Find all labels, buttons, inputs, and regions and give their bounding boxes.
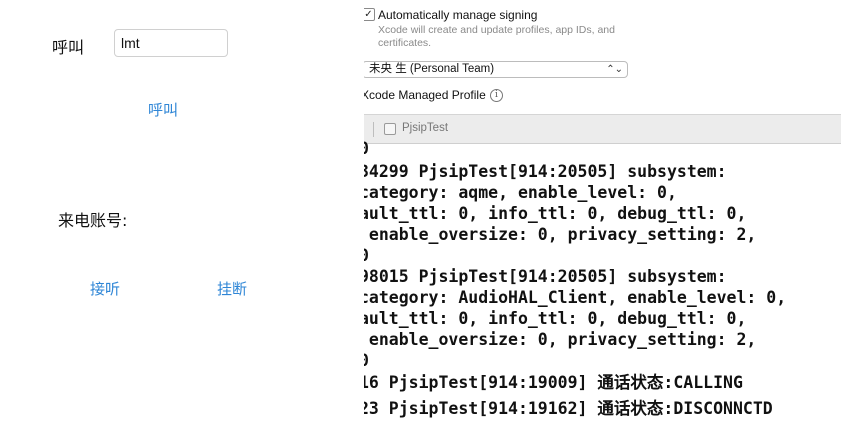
log-line: 16 PjsipTest[914:19009] 通话状态:CALLING [364, 373, 743, 392]
incoming-account-label: 来电账号: [58, 211, 128, 230]
log-line: ault_ttl: 0, info_ttl: 0, debug_ttl: 0, [364, 309, 747, 328]
chevron-updown-icon: ⌃⌄ [606, 64, 623, 75]
auto-manage-signing-checkbox[interactable]: ✓ [364, 8, 375, 21]
account-input[interactable] [114, 29, 228, 57]
call-button[interactable]: 呼叫 [148, 99, 178, 120]
hangup-button[interactable]: 挂断 [217, 278, 247, 299]
team-select[interactable]: 未央 生 (Personal Team) ⌃⌄ [364, 61, 628, 78]
console-toolbar: ⁞ PjsipTest [364, 114, 841, 144]
xcode-window: ✓ Automatically manage signing Xcode wil… [364, 0, 841, 435]
log-line: 0 [364, 138, 369, 159]
call-label: 呼叫 [52, 38, 85, 57]
log-line: 0 [364, 350, 369, 371]
console-output[interactable]: 0 34299 PjsipTest[914:20505] subsystem: … [364, 139, 841, 435]
toolbar-edge-icon: ⁞ [364, 121, 365, 135]
log-line: category: aqme, enable_level: 0, [364, 183, 677, 202]
auto-manage-signing-label: Automatically manage signing [378, 8, 538, 22]
log-line: ault_ttl: 0, info_ttl: 0, debug_ttl: 0, [364, 204, 747, 223]
log-line: 23 PjsipTest[914:19162] 通话状态:DISCONNCTD [364, 399, 773, 418]
log-line: category: AudioHAL_Client, enable_level:… [364, 288, 787, 307]
target-label[interactable]: PjsipTest [402, 122, 448, 134]
auto-manage-signing-description: Xcode will create and update profiles, a… [378, 24, 615, 49]
answer-button[interactable]: 接听 [90, 278, 120, 299]
log-line: enable_oversize: 0, privacy_setting: 2, [364, 225, 757, 244]
team-select-value: 未央 生 (Personal Team) [369, 63, 495, 75]
info-icon[interactable]: i [490, 89, 503, 102]
log-line: 0 [364, 245, 369, 266]
simulator-app-screen: 呼叫 呼叫 来电账号: 接听 挂断 [0, 0, 364, 435]
toolbar-divider [373, 122, 374, 137]
signing-section: ✓ Automatically manage signing Xcode wil… [364, 0, 841, 114]
log-line: enable_oversize: 0, privacy_setting: 2, [364, 330, 757, 349]
app-target-icon [384, 123, 396, 135]
provisioning-profile-label: Xcode Managed Profile [364, 88, 486, 102]
log-line: 98015 PjsipTest[914:20505] subsystem: [364, 267, 727, 286]
log-line: 34299 PjsipTest[914:20505] subsystem: [364, 162, 727, 181]
